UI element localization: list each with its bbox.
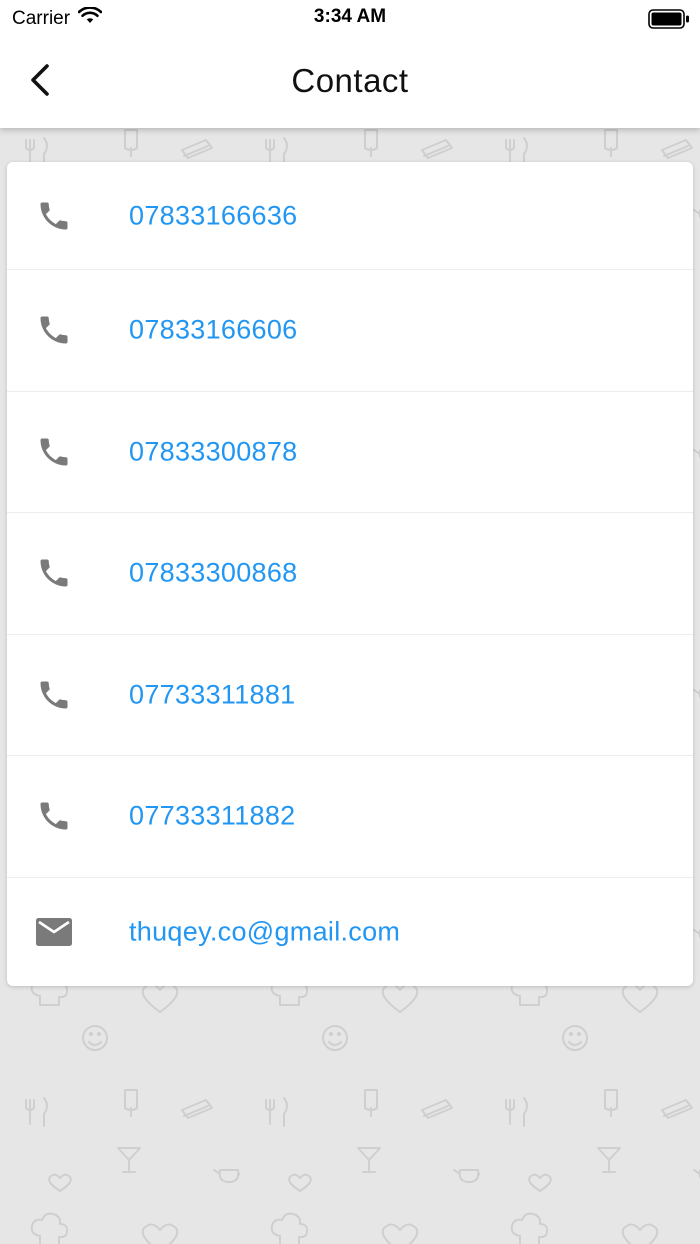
phone-icon [35, 554, 73, 592]
phone-number-link[interactable]: 07733311881 [129, 679, 295, 710]
phone-icon [35, 311, 73, 349]
page-title: Contact [291, 62, 409, 99]
battery-icon [648, 9, 690, 34]
email-link[interactable]: thuqey.co@gmail.com [129, 916, 400, 947]
phone-icon [35, 197, 73, 235]
phone-number-link[interactable]: 07833166636 [129, 200, 297, 231]
contact-row-phone-4[interactable]: 07833300868 [7, 513, 693, 635]
navigation-bar: Carrier 3:34 AM Contact [0, 0, 700, 128]
phone-icon [35, 797, 73, 835]
contact-row-phone-6[interactable]: 07733311882 [7, 756, 693, 878]
contact-row-phone-3[interactable]: 07833300878 [7, 392, 693, 513]
contact-row-phone-2[interactable]: 07833166606 [7, 270, 693, 392]
phone-number-link[interactable]: 07833300868 [129, 558, 297, 589]
phone-number-link[interactable]: 07833166606 [129, 315, 297, 346]
phone-number-link[interactable]: 07833300878 [129, 436, 297, 467]
phone-icon [35, 676, 73, 714]
mail-icon [35, 913, 73, 951]
contact-row-email[interactable]: thuqey.co@gmail.com [7, 878, 693, 986]
phone-number-link[interactable]: 07733311882 [129, 801, 295, 832]
phone-icon [35, 433, 73, 471]
status-time: 3:34 AM [313, 6, 387, 27]
contact-list: 07833166636 07833166606 07833300878 0783… [7, 162, 693, 986]
contact-row-phone-1[interactable]: 07833166636 [7, 162, 693, 270]
contact-row-phone-5[interactable]: 07733311881 [7, 635, 693, 756]
status-bar: Carrier 3:34 AM [0, 0, 700, 36]
